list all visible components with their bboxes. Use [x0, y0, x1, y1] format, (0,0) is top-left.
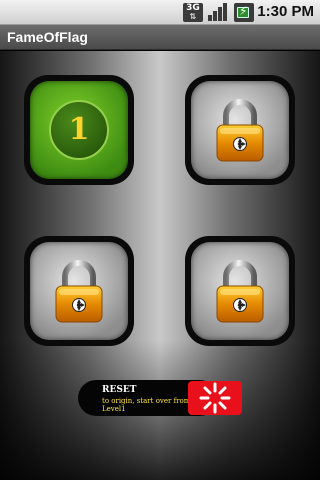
reset-title: RESET	[102, 385, 137, 395]
battery-charging-icon: ⚡	[234, 3, 254, 22]
3g-network-icon: 3G ⇅	[183, 3, 203, 22]
status-time: 1:30 PM	[257, 3, 314, 20]
level-tile-2[interactable]	[185, 75, 295, 185]
reset-spinner-icon	[188, 381, 242, 415]
reset-button[interactable]: RESET to origin, start over from Level1	[78, 380, 244, 416]
level-tile-3[interactable]	[24, 236, 134, 346]
level-tile-4[interactable]	[185, 236, 295, 346]
level-tile-4-face	[191, 242, 289, 340]
padlock-icon	[215, 258, 265, 324]
level-number: 1	[68, 112, 90, 147]
level-badge-icon: 1	[49, 100, 109, 160]
padlock-icon	[54, 258, 104, 324]
level-tile-2-face	[191, 81, 289, 179]
status-bar: 3G ⇅ ⚡ 1:30 PM	[0, 0, 320, 25]
app-title: FameOfFlag	[7, 29, 88, 45]
level-select-screen: 1 RESET to origin, start over from Level…	[0, 51, 320, 480]
level-tile-1-face: 1	[30, 81, 128, 179]
reset-description: to origin, start over from Level1	[102, 397, 191, 413]
padlock-icon	[215, 97, 265, 163]
app-title-bar: FameOfFlag	[0, 25, 320, 50]
signal-strength-icon	[207, 3, 229, 22]
level-tile-1[interactable]: 1	[24, 75, 134, 185]
level-tile-3-face	[30, 242, 128, 340]
